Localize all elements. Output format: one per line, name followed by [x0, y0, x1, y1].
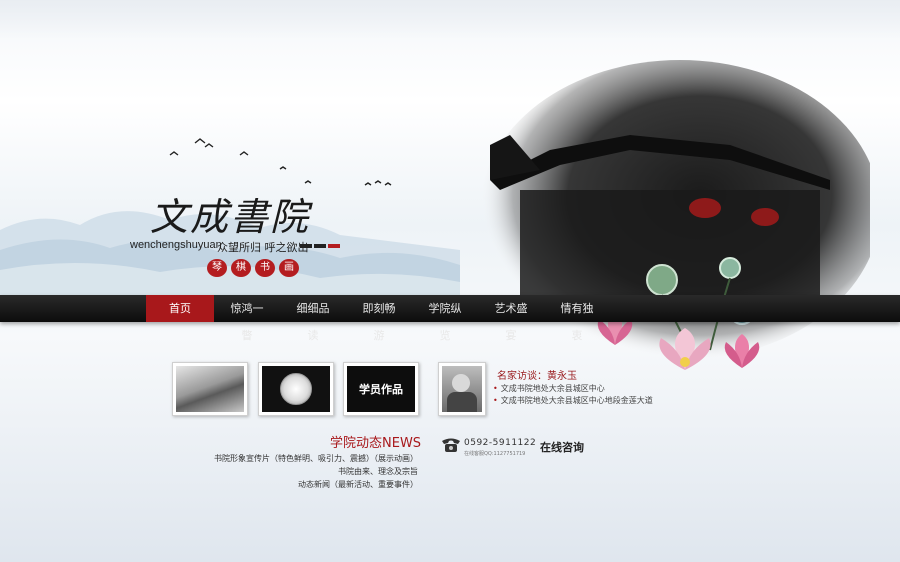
student-works-thumbnail[interactable]: 学员作品	[343, 362, 419, 416]
slogan-bars-decoration	[300, 244, 342, 248]
qq-support[interactable]: 在线客服QQ:1127751719	[464, 450, 525, 457]
top-mist	[0, 0, 900, 40]
news-item[interactable]: 动态新闻（最新活动、重要事件）	[200, 478, 418, 491]
landscape-painting-thumbnail[interactable]	[172, 362, 248, 416]
dot-icon: •	[493, 396, 498, 405]
dot-icon: •	[493, 384, 498, 393]
nav-home[interactable]: 首页	[146, 295, 214, 322]
seal-qi: 棋	[231, 259, 251, 277]
student-works-label: 学员作品	[359, 383, 403, 396]
nav-art-feast[interactable]: 艺术盛宴	[478, 295, 544, 342]
seal-group: 琴棋书画	[207, 255, 303, 277]
news-list: 书院形象宣传片（特色鲜明、吸引力、震撼）（展示动画） 书院由来、理念及宗旨 动态…	[200, 452, 418, 491]
nav-overview[interactable]: 学院纵览	[412, 295, 478, 342]
seal-hua: 画	[279, 259, 299, 277]
main-navigation: 首页 惊鸿一瞥 细细品读 即刻畅游 学院纵览 艺术盛宴 情有独衷	[0, 295, 900, 342]
interview-title[interactable]: 名家访谈：黄永玉	[497, 367, 577, 382]
online-consult-link[interactable]: 在线咨询	[540, 439, 584, 455]
nav-love[interactable]: 情有独衷	[544, 295, 610, 342]
brand-pinyin: wenchengshuyuan	[130, 239, 222, 251]
nav-glimpse[interactable]: 惊鸿一瞥	[214, 295, 280, 342]
nav-tour[interactable]: 即刻畅游	[346, 295, 412, 342]
brand-logo[interactable]: 文成書院	[150, 186, 330, 239]
phone-number[interactable]: 0592-5911122	[464, 438, 536, 448]
interview-list: • 文成书院地处大余县城区中心 • 文成书院地处大余县城区中心地段金莲大道	[493, 383, 653, 407]
master-portrait-thumbnail[interactable]	[438, 362, 486, 416]
seal-qin: 琴	[207, 259, 227, 277]
list-item[interactable]: • 文成书院地处大余县城区中心	[493, 383, 653, 395]
news-item[interactable]: 书院形象宣传片（特色鲜明、吸引力、震撼）（展示动画）	[200, 452, 418, 465]
nav-read[interactable]: 细细品读	[280, 295, 346, 342]
news-section-title[interactable]: 学院动态NEWS	[330, 432, 421, 451]
phone-icon	[442, 438, 460, 452]
seal-shu: 书	[255, 259, 275, 277]
news-item[interactable]: 书院由来、理念及宗旨	[200, 465, 418, 478]
porcelain-plate-thumbnail[interactable]	[258, 362, 334, 416]
list-item[interactable]: • 文成书院地处大余县城区中心地段金莲大道	[493, 395, 653, 407]
brand-slogan: 众望所归 呼之欲出	[217, 241, 309, 254]
ink-temple-painting	[480, 60, 870, 370]
